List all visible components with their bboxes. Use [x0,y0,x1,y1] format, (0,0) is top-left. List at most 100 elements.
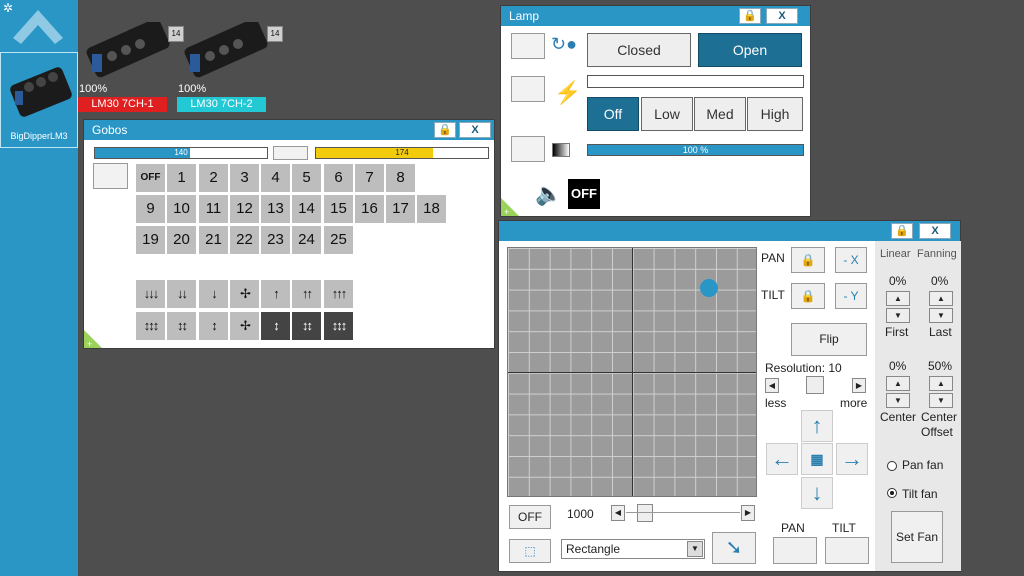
resolution-thumb[interactable] [806,376,824,394]
gobo-button[interactable]: 17 [386,195,415,223]
pan-fan-radio[interactable] [887,461,897,471]
resize-grip[interactable]: + [501,198,519,217]
arrow-down-icon[interactable]: ↓ [801,477,833,509]
window-title[interactable]: Gobos [84,120,494,140]
shutter-preview[interactable] [511,33,545,59]
gobo-shake-arrow-icon[interactable]: ↓ [199,280,228,308]
pan-value-field[interactable] [773,537,817,564]
selection-rect-icon[interactable]: ⬚ [509,539,551,563]
gobo-shake-arrow-icon[interactable]: ↑↑ [292,280,321,308]
resolution-left-arrow[interactable]: ◀ [765,378,779,393]
close-button[interactable]: X [919,223,951,239]
gobo-rotate-arrow-icon[interactable]: ↕↕↕ [324,312,353,340]
speed-slider-thumb[interactable] [637,504,653,522]
tilt-lock-icon[interactable]: 🔒 [791,283,825,309]
arrow-right-icon[interactable]: → [836,443,868,475]
close-button[interactable]: X [766,8,798,24]
gobo-rotate-arrow-icon[interactable]: ↕↕ [167,312,196,340]
shutter-open-button[interactable]: Open [698,33,802,67]
speed-right-arrow[interactable]: ▶ [741,505,755,521]
power-bar[interactable] [587,75,804,88]
tilt-value-field[interactable] [825,537,869,564]
gobo-rotate-arrow-icon[interactable]: ↕↕ [292,312,321,340]
gobo-preview-button[interactable] [93,163,128,189]
close-button[interactable]: X [459,122,491,138]
effect-off-button[interactable]: OFF [509,505,551,529]
gobo-button[interactable]: 19 [136,226,165,254]
gobo-button[interactable]: 16 [355,195,384,223]
set-fan-button[interactable]: Set Fan [891,511,943,563]
invert-y-button[interactable]: - Y [835,283,867,309]
gobo-rotate-arrow-icon[interactable]: ✢ [230,312,259,340]
gobo-shake-arrow-icon[interactable]: ✢ [230,280,259,308]
gobo-slider[interactable]: 140 [94,147,268,159]
lock-icon[interactable]: 🔒 [434,122,456,138]
lock-icon[interactable]: 🔒 [891,223,913,239]
window-title[interactable]: Lamp [501,6,810,26]
arrow-left-icon[interactable]: ← [766,443,798,475]
center-up-button[interactable]: ▲ [886,376,910,391]
fixture-item-1[interactable] [80,18,172,82]
gobo-shake-arrow-icon[interactable]: ↓↓ [167,280,196,308]
gobo-button[interactable]: 20 [167,226,196,254]
invert-x-button[interactable]: - X [835,247,867,273]
resize-grip[interactable]: + [84,330,102,349]
gobo-button[interactable]: 2 [199,164,228,192]
shape-select[interactable]: Rectangle ▼ [561,539,705,559]
center-grid-icon[interactable]: ▦ [801,443,833,475]
gobo-rotate-arrow-icon[interactable]: ↕ [261,312,290,340]
resolution-right-arrow[interactable]: ▶ [852,378,866,393]
gobo-rotate-arrow-icon[interactable]: ↕↕↕ [136,312,165,340]
gobo-button[interactable]: 9 [136,195,165,223]
speaker-icon[interactable]: 🔈 [535,179,567,209]
gobo-button[interactable]: 22 [230,226,259,254]
gobo-button[interactable]: 3 [230,164,259,192]
gobo-button[interactable]: 5 [292,164,321,192]
gobo-shake-arrow-icon[interactable]: ↑↑↑ [324,280,353,308]
gobo-button[interactable]: 1 [167,164,196,192]
flip-button[interactable]: Flip [791,323,867,356]
gobo-button[interactable]: 10 [167,195,196,223]
gobo-button[interactable]: 8 [386,164,415,192]
pan-lock-icon[interactable]: 🔒 [791,247,825,273]
gobo-button[interactable]: 23 [261,226,290,254]
gobo-rotate-arrow-icon[interactable]: ↕ [199,312,228,340]
pan-tilt-grid[interactable] [507,247,757,497]
power-high-button[interactable]: High [747,97,803,131]
gobo-button[interactable]: 4 [261,164,290,192]
gobo-button[interactable]: 15 [324,195,353,223]
position-point[interactable] [699,278,718,297]
offset-down-button[interactable]: ▼ [929,393,953,408]
gobo-button[interactable]: 24 [292,226,321,254]
power-off-button[interactable]: Off [587,97,639,131]
first-up-button[interactable]: ▲ [886,291,910,306]
gobo-button[interactable]: 21 [199,226,228,254]
center-down-button[interactable]: ▼ [886,393,910,408]
gobo-shake-arrow-icon[interactable]: ↓↓↓ [136,280,165,308]
gobo-button[interactable]: 7 [355,164,384,192]
power-low-button[interactable]: Low [641,97,693,131]
gobo-button[interactable]: 14 [292,195,321,223]
gobo-button[interactable]: 6 [324,164,353,192]
tilt-fan-radio[interactable] [887,488,897,498]
gobo-button[interactable]: 12 [230,195,259,223]
lock-icon[interactable]: 🔒 [739,8,761,24]
dimmer-preview[interactable] [511,136,545,162]
chevron-up-icon[interactable] [13,10,63,50]
offset-up-button[interactable]: ▲ [929,376,953,391]
gobo-button[interactable]: 11 [199,195,228,223]
power-preview[interactable] [511,76,545,102]
dimmer-bar[interactable]: 100 % [587,144,804,156]
gobo-blank-button[interactable] [273,146,308,160]
fixture-group-item[interactable]: BigDipperLM3 [0,52,78,148]
speed-slider-track[interactable] [626,512,740,513]
first-down-button[interactable]: ▼ [886,308,910,323]
gobo-shake-arrow-icon[interactable]: ↑ [261,280,290,308]
last-up-button[interactable]: ▲ [929,291,953,306]
shutter-closed-button[interactable]: Closed [587,33,691,67]
sound-off-indicator[interactable]: OFF [568,179,600,209]
swap-arrow-icon[interactable]: ➘ [712,532,756,564]
last-down-button[interactable]: ▼ [929,308,953,323]
rotation-slider[interactable]: 174 [315,147,489,159]
gobo-off-button[interactable]: OFF [136,164,165,192]
